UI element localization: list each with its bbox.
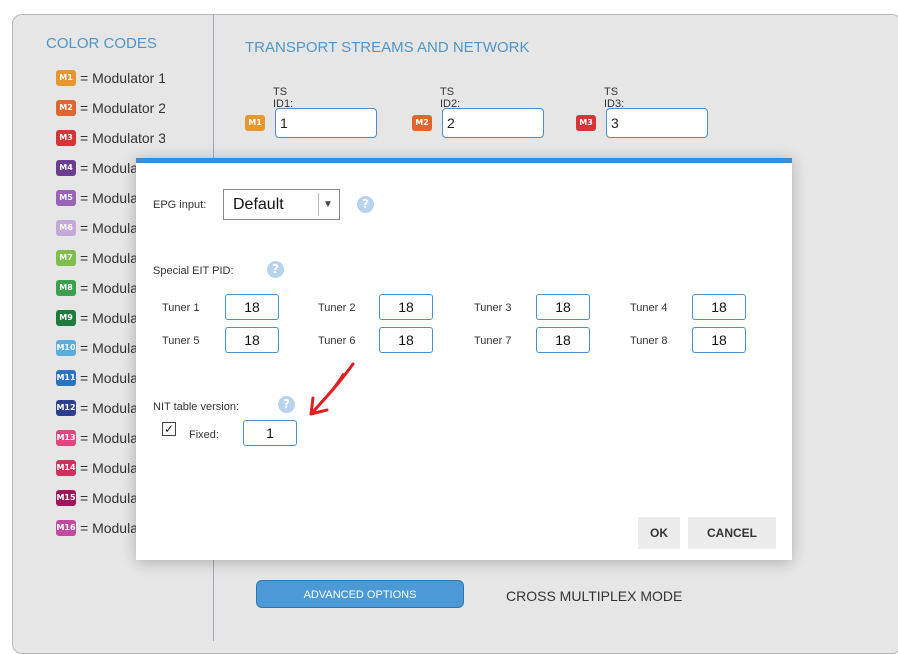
modulator-badge: M9: [56, 310, 76, 326]
modulator-badge: M16: [56, 520, 76, 536]
tuner-8-label: Tuner 8: [630, 335, 668, 347]
modulator-badge: M1: [56, 70, 76, 86]
modulator-badge: M12: [56, 400, 76, 416]
advanced-options-button[interactable]: ADVANCED OPTIONS: [256, 580, 464, 608]
transport-streams-title: TRANSPORT STREAMS AND NETWORK: [245, 39, 530, 56]
fixed-checkbox[interactable]: ✓: [162, 422, 176, 436]
modulator-badge: M11: [56, 370, 76, 386]
ts-id1-input[interactable]: 1: [275, 108, 377, 138]
modulator-badge: M8: [56, 280, 76, 296]
modulator-label: = Modulator 3: [80, 130, 165, 146]
ts-id3-label: TS ID3:: [604, 86, 625, 110]
epg-input-select[interactable]: Default ▼: [223, 189, 340, 220]
color-code-item: M2 = Modulator 2: [56, 98, 165, 118]
cancel-button[interactable]: CANCEL: [688, 517, 776, 549]
tuner-3-eit-input[interactable]: 18: [536, 294, 590, 320]
epg-input-value: Default: [233, 196, 284, 213]
ts-id2-label: TS ID2:: [440, 86, 461, 110]
advanced-options-dialog: EPG input: Default ▼ ? Special EIT PID: …: [136, 158, 792, 560]
tuner-5-label: Tuner 5: [162, 335, 200, 347]
modulator-label: = Modulator 2: [80, 100, 165, 116]
modulator-badge: M3: [56, 130, 76, 146]
color-codes-title: COLOR CODES: [46, 35, 157, 52]
tuner-5-eit-input[interactable]: 18: [225, 327, 279, 353]
fixed-label: Fixed:: [189, 429, 219, 441]
ts-id3-input[interactable]: 3: [606, 108, 708, 138]
special-eit-pid-label: Special EIT PID:: [153, 265, 234, 277]
tuner-7-eit-input[interactable]: 18: [536, 327, 590, 353]
ts-id2-input[interactable]: 2: [442, 108, 544, 138]
modulator-badge: M5: [56, 190, 76, 206]
modulator-badge: M15: [56, 490, 76, 506]
tuner-3-label: Tuner 3: [474, 302, 512, 314]
tuner-2-eit-input[interactable]: 18: [379, 294, 433, 320]
tuner-1-label: Tuner 1: [162, 302, 200, 314]
modulator-badge: M2: [56, 100, 76, 116]
modulator-badge: M14: [56, 460, 76, 476]
modulator-badge: M4: [56, 160, 76, 176]
ok-button[interactable]: OK: [638, 517, 680, 549]
modulator-badge: M6: [56, 220, 76, 236]
modulator-badge: M7: [56, 250, 76, 266]
red-arrow-annotation: [309, 362, 355, 416]
ts-id3-modulator-badge: M3: [576, 115, 596, 131]
nit-help-icon[interactable]: ?: [278, 396, 295, 413]
tuner-1-eit-input[interactable]: 18: [225, 294, 279, 320]
modulator-label: = Modulator 1: [80, 70, 165, 86]
modulator-badge: M13: [56, 430, 76, 446]
modulator-badge: M10: [56, 340, 76, 356]
epg-input-label: EPG input:: [153, 199, 207, 211]
ts-id2-modulator-badge: M2: [412, 115, 432, 131]
chevron-down-icon: ▼: [318, 193, 337, 216]
tuner-2-label: Tuner 2: [318, 302, 356, 314]
nit-fixed-version-input[interactable]: 1: [243, 420, 297, 446]
color-code-item: M3 = Modulator 3: [56, 128, 165, 148]
special-eit-help-icon[interactable]: ?: [267, 261, 284, 278]
tuner-4-label: Tuner 4: [630, 302, 668, 314]
tuner-4-eit-input[interactable]: 18: [692, 294, 746, 320]
epg-help-icon[interactable]: ?: [357, 196, 374, 213]
tuner-6-eit-input[interactable]: 18: [379, 327, 433, 353]
tuner-7-label: Tuner 7: [474, 335, 512, 347]
tuner-8-eit-input[interactable]: 18: [692, 327, 746, 353]
color-code-item: M1 = Modulator 1: [56, 68, 165, 88]
nit-table-version-label: NIT table version:: [153, 401, 240, 413]
ts-id1-modulator-badge: M1: [245, 115, 265, 131]
cross-multiplex-mode-link[interactable]: CROSS MULTIPLEX MODE: [506, 588, 682, 604]
tuner-6-label: Tuner 6: [318, 335, 356, 347]
ts-id1-label: TS ID1:: [273, 86, 294, 110]
